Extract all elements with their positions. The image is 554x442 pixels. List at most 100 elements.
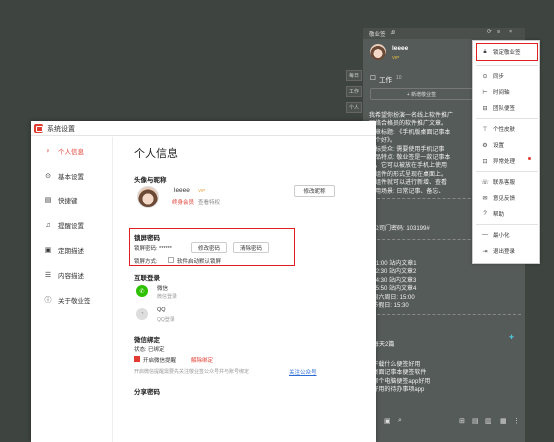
lock-icon: 🔒︎ xyxy=(483,48,487,55)
membership-type: 终身会员 xyxy=(172,200,195,206)
person-icon: ♀ xyxy=(45,147,51,155)
shirt-icon: ⊤ xyxy=(482,126,488,133)
menu-item-timeline[interactable]: ⊢ 时间轴 xyxy=(473,85,541,99)
sidebar-item-basic[interactable]: ⊙ 基本设置 xyxy=(31,165,113,187)
wechat-icon[interactable]: ✆ xyxy=(136,285,148,297)
logout-icon: ⇥ xyxy=(482,248,488,255)
calendar-icon: ▣ xyxy=(44,246,52,254)
lock-section-title: 锁屏密码 xyxy=(134,235,160,242)
grid-icon[interactable]: ⋮ xyxy=(513,417,520,425)
lock-on-start-label: 软件启动默认锁屏 xyxy=(177,259,222,265)
avatar-section-title: 头像与昵称 xyxy=(134,177,167,184)
menu-item-minimize[interactable]: — 最小化 xyxy=(473,228,541,242)
sidebar-item-content[interactable]: ☰ 内容描述 xyxy=(31,264,113,286)
tab-0[interactable]: 每日 xyxy=(346,70,362,81)
login-section-title: 互联登录 xyxy=(134,275,160,282)
menu-item-feedback[interactable]: ✉ 意见反馈 xyxy=(473,191,541,205)
search-icon[interactable]: ⌕ xyxy=(398,417,402,425)
bind-status: 状态: 已绑定 xyxy=(134,347,165,353)
menu-item-settings[interactable]: ⚙ 设置 xyxy=(473,138,541,152)
help-icon: ? xyxy=(483,211,487,217)
bind-tip: 开启微信提醒需要先关注敬业签公众号并与账号绑定 xyxy=(134,369,250,375)
wechat-remind-label: 开启微信提醒 xyxy=(143,358,177,364)
profile-username: leeee xyxy=(174,187,190,194)
wechat-remind-checkbox[interactable] xyxy=(134,356,140,362)
gear-icon: ⚙ xyxy=(482,142,488,149)
settings-window: 系统设置 ♀ 个人信息 ⊙ 基本设置 ▤ 快捷键 ♫ 提醒设置 ▣ 定期描述 ☰ 内容描述 … xyxy=(31,121,376,442)
keyboard-icon: ▤ xyxy=(44,196,52,204)
repair-icon: ⊡ xyxy=(482,158,488,165)
new-note-button[interactable]: + 新增敬业签 xyxy=(370,88,473,100)
category-icon: ☐ xyxy=(370,75,376,82)
note-4[interactable]: 下载什么便签好用 桌面记事本便签软件 哪个电脑便签app好用 好用的待办事项ap… xyxy=(369,361,430,395)
layout-icon[interactable]: ▦ xyxy=(500,417,507,425)
note-topbar: 敬业签 ♫ 0 ⟳ ≡ × xyxy=(363,28,525,39)
view-privileges-link[interactable]: 查看特权 xyxy=(198,198,220,206)
dark-username: leeee xyxy=(392,45,409,52)
pin-icon[interactable]: ✚ xyxy=(509,334,514,341)
menu-item-service[interactable]: ☏ 联系客服 xyxy=(473,175,541,189)
info-icon: ⓘ xyxy=(44,296,52,304)
menu-icon[interactable]: ≡ xyxy=(497,29,500,35)
tab-1[interactable]: 工作 xyxy=(346,86,362,97)
calendar-icon[interactable]: ▣ xyxy=(384,417,391,425)
menu-item-team[interactable]: ⊟ 团队便签 xyxy=(473,101,541,115)
service-icon: ☏ xyxy=(481,179,489,186)
sync-icon[interactable]: ⟳ xyxy=(487,29,492,35)
lock-password-label: 锁屏密码: ****** xyxy=(134,246,172,252)
qq-label: QQ xyxy=(157,307,166,313)
follow-account-link[interactable]: 关注公众号 xyxy=(289,368,317,376)
avatar[interactable] xyxy=(370,44,386,60)
image-icon[interactable]: ▤ xyxy=(472,417,479,425)
app-logo-icon xyxy=(34,124,43,133)
wechat-label: 微信 xyxy=(157,286,169,292)
close-icon[interactable]: × xyxy=(509,29,512,35)
sidebar-item-periodic[interactable]: ▣ 定期描述 xyxy=(31,239,113,261)
team-icon: ⊟ xyxy=(482,105,488,112)
change-password-button[interactable]: 修改密码 xyxy=(191,242,227,253)
notification-dot xyxy=(528,157,531,160)
note-3[interactable]: * 11:00 站内文章1 12:30 站内文章2 14:30 站内文章3 15… xyxy=(369,260,417,310)
wechat-login-status: 微信登录 xyxy=(157,294,178,300)
menu-item-sync[interactable]: ⊙ 同步 xyxy=(473,69,541,83)
menu-item-lock[interactable]: 🔒︎ 锁定敬业签 xyxy=(473,45,541,59)
dropdown-menu: 🔒︎ 锁定敬业签 ⊙ 同步 ⊢ 时间轴 ⊟ 团队便签 ⊤ 个性皮肤 ⚙ 设置 ⊡ 异常处理 ☏… xyxy=(472,40,540,264)
sidebar-item-reminder[interactable]: ♫ 提醒设置 xyxy=(31,214,113,236)
tab-2[interactable]: 个人 xyxy=(346,102,362,113)
qq-login-status: QQ登录 xyxy=(157,317,175,323)
settings-titlebar: 系统设置 xyxy=(31,121,376,136)
menu-item-help[interactable]: ? 帮助 xyxy=(473,207,541,221)
edit-nickname-button[interactable]: 修改昵称 xyxy=(294,185,335,197)
app-name: 敬业签 xyxy=(369,32,386,38)
clear-password-button[interactable]: 清除密码 xyxy=(233,242,269,253)
profile-avatar[interactable] xyxy=(137,186,159,208)
page-title: 个人信息 xyxy=(134,148,178,160)
settings-content: 个人信息 头像与昵称 leeee VIP 终身会员 查看特权 修改昵称 锁屏密码… xyxy=(129,137,374,442)
list-icon[interactable]: ▥ xyxy=(485,417,492,425)
sidebar-item-about[interactable]: ⓘ 关于敬业签 xyxy=(31,289,113,311)
minimize-icon: — xyxy=(482,232,488,238)
note-1[interactable]: 我希望你扮演一名线上软件推广 网络合格员的软件推广文章。 文章标题: 《手机版桌… xyxy=(369,112,453,196)
menu-item-skin[interactable]: ⊤ 个性皮肤 xyxy=(473,122,541,136)
window-title: 系统设置 xyxy=(47,126,75,133)
category-count: 10 xyxy=(396,75,402,81)
wechat-bind-section-title: 微信绑定 xyxy=(134,337,160,344)
sync-icon: ⊙ xyxy=(482,73,488,80)
settings-sidebar: ♀ 个人信息 ⊙ 基本设置 ▤ 快捷键 ♫ 提醒设置 ▣ 定期描述 ☰ 内容描述 ⓘ 关于敬业… xyxy=(31,137,113,442)
sidebar-item-profile[interactable]: ♀ 个人信息 xyxy=(31,140,113,162)
category-title[interactable]: 工作 xyxy=(379,74,392,84)
list-icon: ☰ xyxy=(44,271,52,279)
unbind-link[interactable]: 解除绑定 xyxy=(191,356,213,364)
timeline-icon: ⊢ xyxy=(482,89,488,96)
bell-icon: ♫ xyxy=(45,221,51,229)
qq-icon[interactable]: ◔ xyxy=(136,308,148,320)
add-icon[interactable]: ⊞ xyxy=(459,417,465,425)
share-section-title: 分享密码 xyxy=(134,389,160,396)
menu-item-logout[interactable]: ⇥ 退出登录 xyxy=(473,244,541,258)
lock-mode-label: 锁屏方式: xyxy=(134,259,158,265)
lock-on-start-checkbox[interactable] xyxy=(168,257,174,263)
note-2[interactable]: * 公司门密码: 103199# xyxy=(369,225,430,233)
vip-badge: VIP xyxy=(198,188,206,193)
sidebar-item-hotkeys[interactable]: ▤ 快捷键 xyxy=(31,189,113,211)
menu-item-repair[interactable]: ⊡ 异常处理 xyxy=(473,154,541,168)
